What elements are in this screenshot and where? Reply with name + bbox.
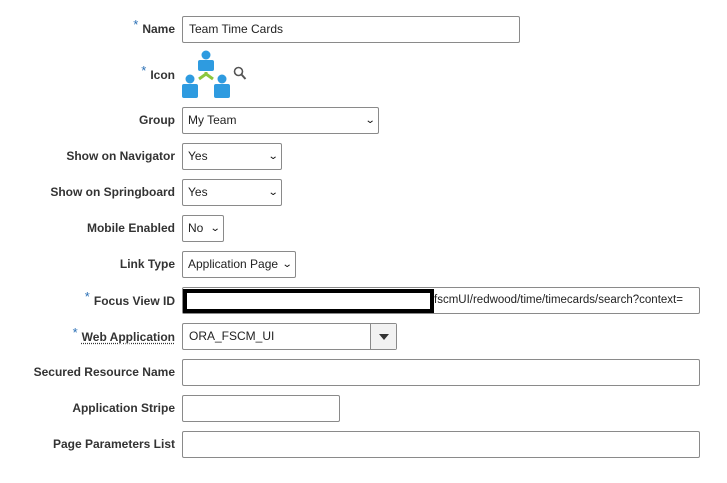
required-marker: *	[133, 17, 139, 32]
name-label-text: Name	[142, 22, 175, 36]
group-label: Group	[139, 113, 175, 127]
show-on-navigator-label: Show on Navigator	[66, 149, 175, 163]
secured-resource-name-input[interactable]	[182, 359, 700, 386]
caret-down-icon	[378, 333, 389, 340]
required-marker: *	[72, 325, 78, 340]
team-hierarchy-icon[interactable]	[182, 50, 232, 100]
show-on-springboard-select[interactable]: Yes ⌄	[182, 179, 282, 206]
application-stripe-label: Application Stripe	[72, 401, 175, 415]
page-parameters-list-label: Page Parameters List	[52, 437, 175, 451]
show-on-navigator-select[interactable]: Yes ⌄	[182, 143, 282, 170]
focus-view-id-label-text: Focus View ID	[93, 294, 175, 308]
show-on-navigator-value: Yes	[188, 149, 208, 163]
web-application-combobox[interactable]: ORA_FSCM_UI	[182, 323, 397, 350]
page-parameters-list-input[interactable]	[182, 431, 700, 458]
chevron-down-icon: ⌄	[209, 223, 221, 234]
secured-resource-name-label: Secured Resource Name	[33, 365, 175, 379]
magnifier-icon[interactable]	[233, 66, 247, 82]
name-input[interactable]: Team Time Cards	[182, 16, 520, 43]
chevron-down-icon: ⌄	[267, 151, 279, 162]
web-application-label-text: Web Application	[81, 330, 175, 344]
chevron-down-icon: ⌄	[364, 115, 376, 126]
show-on-springboard-label: Show on Springboard	[50, 185, 175, 199]
icon-label-text: Icon	[150, 68, 175, 82]
link-type-select[interactable]: Application Page ⌄	[182, 251, 296, 278]
group-select-value: My Team	[188, 113, 237, 127]
focus-view-id-label: * Focus View ID	[85, 289, 175, 308]
dropdown-button[interactable]	[370, 324, 396, 349]
required-marker: *	[84, 289, 90, 304]
mobile-enabled-select[interactable]: No ⌄	[182, 215, 224, 242]
chevron-down-icon: ⌄	[281, 259, 293, 270]
application-stripe-input[interactable]	[182, 395, 340, 422]
group-select[interactable]: My Team ⌄	[182, 107, 379, 134]
link-type-value: Application Page	[188, 257, 279, 271]
link-type-label: Link Type	[119, 257, 175, 271]
redaction-box	[183, 289, 434, 313]
mobile-enabled-value: No	[188, 221, 204, 235]
required-marker: *	[141, 63, 147, 78]
name-label: * Name	[133, 17, 175, 36]
web-application-label: * Web Application	[73, 325, 175, 344]
icon-label: * Icon	[141, 63, 175, 82]
show-on-springboard-value: Yes	[188, 185, 208, 199]
web-application-value: ORA_FSCM_UI	[189, 329, 275, 343]
chevron-down-icon: ⌄	[267, 187, 279, 198]
mobile-enabled-label: Mobile Enabled	[86, 221, 175, 235]
